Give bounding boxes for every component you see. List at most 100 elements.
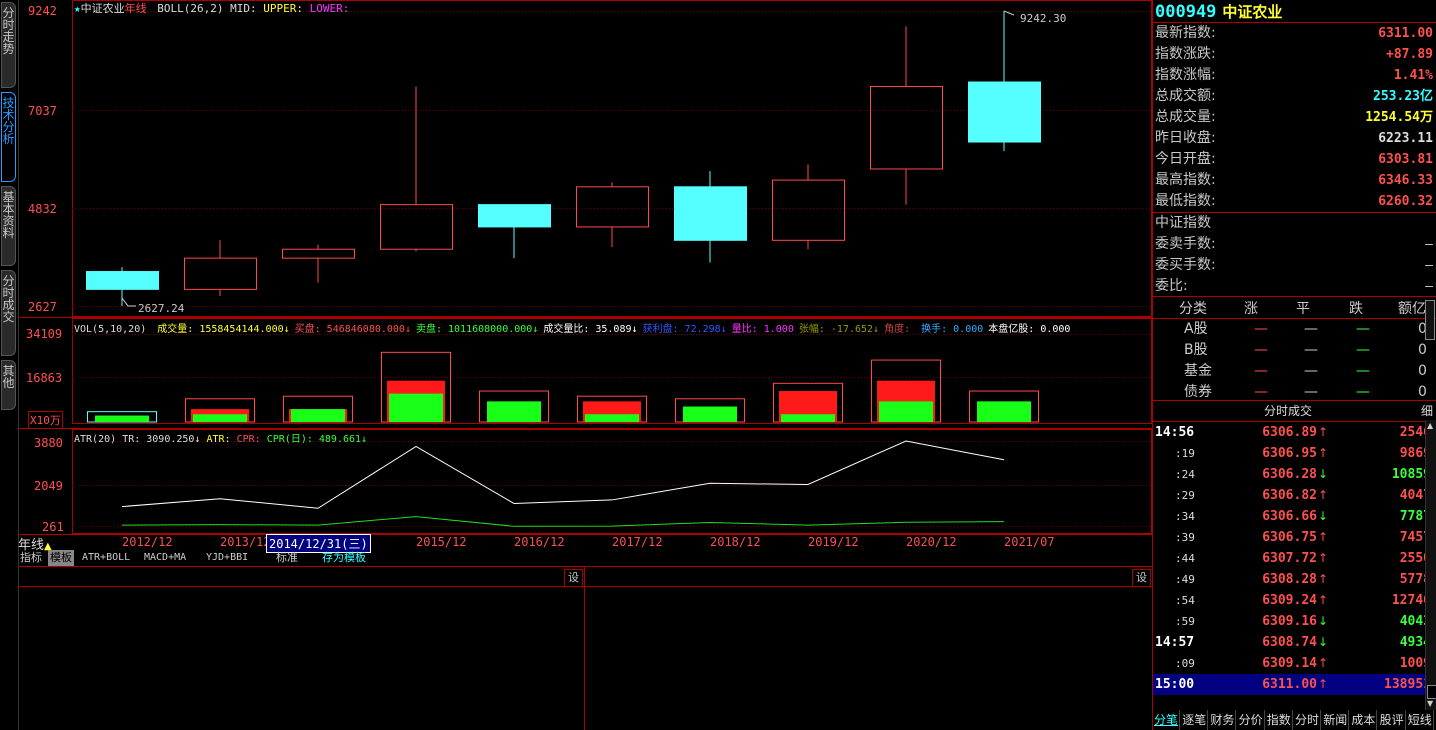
tick-row: :59 6309.16 ↓ 4043 — [1153, 611, 1435, 632]
quote-panel: 000949 中证农业 最新指数: 6311.00 指数涨跌: +87.89 指数涨幅:… — [1152, 0, 1436, 730]
quote-row: 总成交额: 253.23亿 — [1155, 86, 1433, 107]
indicator-button[interactable]: 指标 — [20, 550, 42, 566]
tick-row: :34 6306.66 ↓ 7787 — [1153, 506, 1435, 527]
settings-button[interactable]: 设 — [564, 569, 583, 587]
x-axis-tick-label: 2017/12 — [612, 535, 663, 549]
volume-stat: 量比: 1.000 — [731, 324, 794, 335]
volume-stat: 张幅: -17.652↓ — [798, 324, 880, 335]
candlestick-chart[interactable] — [18, 0, 1152, 730]
volume-bar-green — [781, 414, 835, 422]
tick-price: 6306.82 — [1262, 488, 1317, 503]
tab-tick-trades[interactable]: 分时成交 — [1, 270, 16, 356]
price-axis-tick: 4832 — [28, 202, 57, 216]
tick-row: :49 6308.28 ↑ 5778 — [1153, 569, 1435, 590]
quote-tab[interactable]: 逐笔 — [1181, 710, 1209, 730]
atr-boll-button[interactable]: ATR+BOLL — [82, 550, 130, 566]
quote-row: 最低指数: 6260.32 — [1155, 191, 1433, 212]
template-button[interactable]: 模板 — [48, 550, 74, 566]
quote-tab[interactable]: 分笔 — [1153, 710, 1181, 730]
tab-basic-info[interactable]: 基本资料 — [1, 186, 16, 266]
tr-line — [121, 440, 1005, 509]
order-stat-value: — — [1425, 237, 1433, 252]
ticks-scrollbar[interactable]: ▲ ▼ — [1425, 420, 1436, 710]
tab-other[interactable]: 其他 — [1, 360, 16, 410]
volume-bar-green — [683, 406, 737, 422]
category-scrollbar[interactable] — [1425, 300, 1435, 340]
volume-stat: 获利盘: 72.298↓ — [642, 324, 727, 335]
arrow-up-icon: ↑ — [1318, 572, 1329, 586]
price-axis-tick: 9242 — [28, 4, 57, 18]
category-row: A股 — — — 0 — [1184, 321, 1427, 337]
quote-tab[interactable]: 指数 — [1266, 710, 1293, 730]
quote-value: 6303.81 — [1378, 152, 1433, 167]
quote-label: 最高指数: — [1155, 172, 1216, 188]
scroll-up-icon[interactable]: ▲ — [1427, 422, 1435, 430]
order-stat-label: 中证指数 — [1155, 215, 1211, 231]
x-axis-tick-label: 2013/12 — [220, 535, 271, 549]
order-stat-value: — — [1425, 279, 1433, 294]
quote-tab[interactable]: 分价 — [1238, 710, 1265, 730]
tab-technical-analysis[interactable]: 技术分析 — [1, 92, 16, 182]
quote-value: 6311.00 — [1378, 26, 1433, 41]
tick-time: :19 — [1175, 447, 1195, 460]
tab-intraday[interactable]: 分时走势 — [1, 2, 16, 88]
volume-bar-green — [389, 393, 443, 422]
yjd-bbi-button[interactable]: YJD+BBI — [206, 550, 248, 566]
low-marker-label: 2627.24 — [138, 302, 185, 315]
scroll-down-icon[interactable]: ▼ — [1427, 700, 1435, 708]
quote-tab[interactable]: 股评 — [1379, 710, 1406, 730]
atr-axis-tick: 2049 — [34, 479, 63, 493]
quote-row: 指数涨幅: 1.41% — [1155, 65, 1433, 86]
x-axis-tick-label: 2019/12 — [808, 535, 859, 549]
quote-row: 昨日收盘: 6223.11 — [1155, 128, 1433, 149]
quote-tab[interactable]: 成本 — [1350, 710, 1378, 730]
order-stat-label: 委比: — [1155, 278, 1188, 294]
standard-button[interactable]: 标准 — [276, 550, 298, 566]
scrollbar-thumb[interactable] — [1427, 685, 1436, 699]
tick-row: 14:57 6308.74 ↓ 4934 — [1153, 632, 1435, 653]
order-stat-row: 委卖手数: — — [1155, 234, 1433, 255]
quote-tab[interactable]: 新闻 — [1322, 710, 1350, 730]
arrow-up-icon: ↑ — [1318, 488, 1329, 502]
tick-price: 6311.00 — [1262, 677, 1317, 692]
volume-stat: 卖盘: 1011608000.000↓ — [415, 324, 539, 335]
quote-bottom-tabs: 分笔 逐笔 财务 分价 指数 分时 新闻 成本 股评 短线 — [1153, 710, 1436, 730]
quote-title: 000949 中证农业 — [1155, 2, 1283, 22]
quote-tab[interactable]: 短线 — [1407, 710, 1434, 730]
volume-axis-tick: 34109 — [26, 327, 63, 341]
category-row: B股 — — — 0 — [1184, 342, 1427, 358]
tick-time: :09 — [1175, 657, 1195, 670]
quote-tab[interactable]: 财务 — [1209, 710, 1237, 730]
quote-value: +87.89 — [1386, 47, 1433, 62]
macd-ma-button[interactable]: MACD+MA — [144, 550, 186, 566]
x-axis-tick-label: 2012/12 — [122, 535, 173, 549]
tick-price: 6306.95 — [1262, 446, 1317, 461]
quote-label: 最低指数: — [1155, 193, 1216, 209]
tick-row: :39 6306.75 ↑ 7457 — [1153, 527, 1435, 548]
arrow-up-icon: ↑ — [1318, 446, 1329, 460]
candle-body — [380, 204, 453, 250]
tick-row: :54 6309.24 ↑ 12746 — [1153, 590, 1435, 611]
save-template-button[interactable]: 存为模板 — [322, 550, 366, 566]
price-indicator-header: ★中证农业年线 BOLL(26,2) MID: UPPER: LOWER: — [74, 2, 350, 15]
arrow-down-icon: ↓ — [1318, 509, 1329, 523]
ticks-detail-button[interactable]: 细 — [1421, 401, 1433, 421]
x-axis-tick-label: 2020/12 — [906, 535, 957, 549]
settings-button[interactable]: 设 — [1132, 569, 1151, 587]
quote-value: 6346.33 — [1378, 173, 1433, 188]
candle-body — [674, 186, 747, 241]
quote-value: 253.23亿 — [1373, 89, 1433, 104]
tick-row: :19 6306.95 ↑ 9869 — [1153, 443, 1435, 464]
quote-row: 最高指数: 6346.33 — [1155, 170, 1433, 191]
quote-row: 今日开盘: 6303.81 — [1155, 149, 1433, 170]
tick-row: 15:00 6311.00 ↑ 138951 — [1153, 674, 1435, 695]
arrow-down-icon: ↓ — [1318, 467, 1329, 481]
volume-stat: 换手: 0.000 — [921, 324, 984, 335]
quote-label: 最新指数: — [1155, 25, 1216, 41]
quote-tab[interactable]: 分时 — [1294, 710, 1322, 730]
x-axis-tick-label: 2016/12 — [514, 535, 565, 549]
candle-body — [282, 248, 355, 259]
candle-body — [968, 81, 1041, 143]
tick-time: :34 — [1175, 510, 1195, 523]
quote-value: 6223.11 — [1378, 131, 1433, 146]
